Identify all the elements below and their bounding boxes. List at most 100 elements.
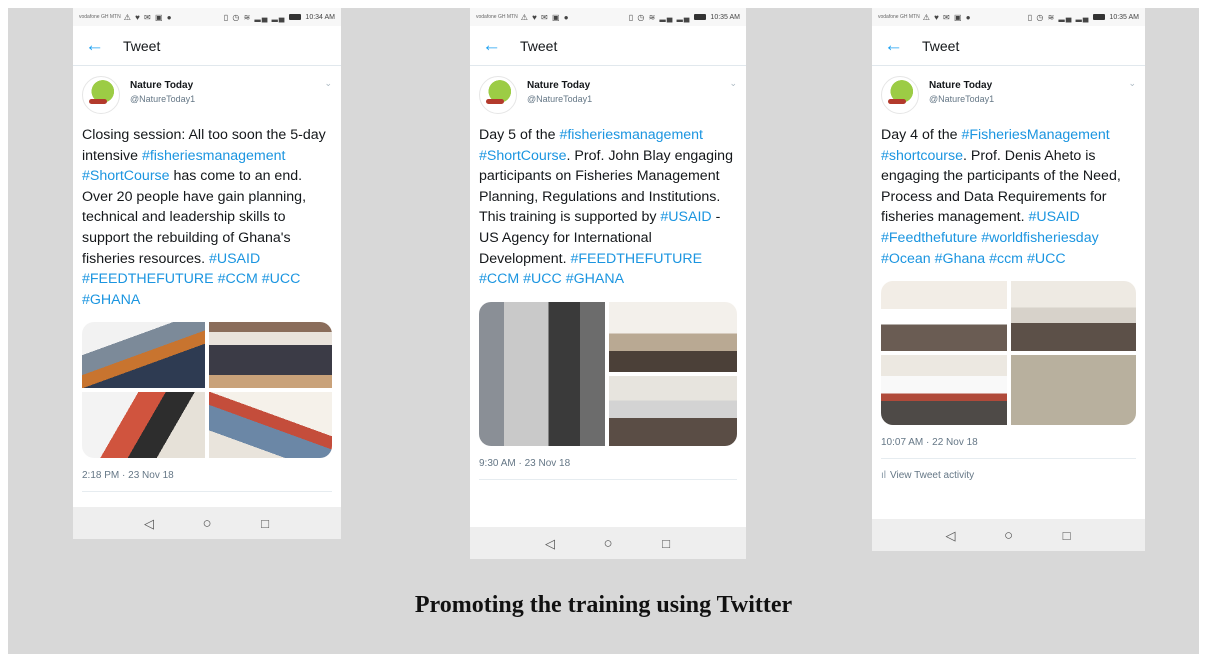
hashtag-link[interactable]: #UCC [262, 271, 301, 287]
hashtag-link[interactable]: #CCM [218, 271, 258, 287]
tweet-timestamp: 2:18 PM · 23 Nov 18 [82, 470, 332, 493]
hashtag-link[interactable]: #FisheriesManagement [961, 127, 1109, 143]
author-name[interactable]: Nature Today [130, 80, 195, 91]
status-bar: vodafone GH MTN ⚠ ♥ ✉ ▣ ● ▯ ◷ ≋ ▂▄ ▂▄ 10… [470, 8, 746, 26]
back-arrow-icon[interactable]: ← [884, 36, 916, 55]
author-handle: @NatureToday1 [527, 94, 593, 104]
chevron-down-icon[interactable]: ⌄ [729, 78, 737, 89]
figure-caption: Promoting the training using Twitter [414, 592, 793, 618]
square-recent-icon[interactable]: □ [258, 517, 272, 530]
avatar[interactable] [479, 76, 517, 114]
activity-label: View Tweet activity [890, 470, 975, 482]
triangle-back-icon[interactable]: ◁ [543, 537, 557, 550]
battery-icon [289, 14, 302, 20]
square-recent-icon[interactable]: □ [1060, 529, 1074, 542]
signal-icons: ▯ ◷ ≋ ▂▄ ▂▄ [628, 12, 691, 22]
chevron-down-icon[interactable]: ⌄ [1128, 78, 1136, 89]
triangle-back-icon[interactable]: ◁ [944, 529, 958, 542]
tweet-detail: Nature Today @NatureToday1 ⌄ Day 5 of th… [470, 66, 746, 527]
android-nav-bar: ◁ ○ □ [73, 507, 341, 539]
chevron-down-icon[interactable]: ⌄ [324, 78, 332, 89]
tweet-media-grid [479, 301, 737, 446]
tweet-author[interactable]: Nature Today @NatureToday1 [82, 76, 332, 116]
tweet-text: Day 5 of the #fisheriesmanagement #Short… [479, 125, 737, 290]
hashtag-link[interactable]: #shortcourse [881, 148, 963, 164]
circle-home-icon[interactable]: ○ [601, 536, 615, 551]
android-nav-bar: ◁ ○ □ [470, 527, 746, 559]
tweet-photo[interactable] [82, 322, 205, 389]
battery-icon [1093, 14, 1106, 20]
notification-icons: ⚠ ♥ ✉ ▣ ● [123, 12, 173, 22]
page-title: Tweet [520, 37, 558, 54]
back-arrow-icon[interactable]: ← [85, 36, 117, 55]
signal-icons: ▯ ◷ ≋ ▂▄ ▂▄ [1027, 12, 1090, 22]
tweet-photo[interactable] [609, 301, 737, 372]
app-bar: ← Tweet [872, 26, 1145, 66]
android-nav-bar: ◁ ○ □ [872, 519, 1145, 551]
hashtag-link[interactable]: #fisheriesmanagement [142, 148, 286, 164]
status-time: 10:35 AM [1109, 13, 1139, 21]
avatar[interactable] [881, 76, 919, 114]
tweet-photo[interactable] [881, 355, 1007, 426]
tweet-text-segment: Day 4 of the [881, 127, 962, 143]
hashtag-link[interactable]: #UCC [1027, 251, 1066, 267]
hashtag-link[interactable]: #fisheriesmanagement [559, 127, 703, 143]
notification-icons: ⚠ ♥ ✉ ▣ ● [520, 12, 570, 22]
tweet-photo[interactable] [209, 322, 332, 389]
tweet-media-grid [82, 322, 332, 459]
hashtag-link[interactable]: #ShortCourse [82, 168, 170, 184]
hashtag-link[interactable]: #FEEDTHEFUTURE [82, 271, 214, 287]
hashtag-link[interactable]: #USAID [1028, 209, 1079, 225]
circle-home-icon[interactable]: ○ [1002, 528, 1016, 543]
tweet-timestamp: 9:30 AM · 23 Nov 18 [479, 458, 737, 480]
circle-home-icon[interactable]: ○ [200, 516, 214, 531]
hashtag-link[interactable]: #USAID [209, 251, 260, 267]
phone-screenshot-2: vodafone GH MTN ⚠ ♥ ✉ ▣ ● ▯ ◷ ≋ ▂▄ ▂▄ 10… [470, 8, 746, 559]
author-name[interactable]: Nature Today [929, 80, 994, 91]
bar-chart-icon: ıl [881, 470, 886, 482]
tweet-photo[interactable] [82, 392, 205, 459]
triangle-back-icon[interactable]: ◁ [142, 517, 156, 530]
hashtag-link[interactable]: #Ghana [935, 251, 986, 267]
avatar[interactable] [82, 76, 120, 114]
tweet-detail: Nature Today @NatureToday1 ⌄ Day 4 of th… [872, 66, 1145, 519]
carrier-label: vodafone GH MTN [476, 13, 518, 20]
status-time: 10:34 AM [305, 13, 335, 21]
hashtag-link[interactable]: #ccm [989, 251, 1023, 267]
tweet-photo[interactable] [479, 301, 605, 446]
tweet-text-segment: Day 5 of the [479, 127, 560, 143]
app-bar: ← Tweet [470, 26, 746, 66]
tweet-detail: Nature Today @NatureToday1 ⌄ Closing ses… [73, 66, 341, 507]
phone-screenshot-3: vodafone GH MTN ⚠ ♥ ✉ ▣ ● ▯ ◷ ≋ ▂▄ ▂▄ 10… [872, 8, 1145, 551]
square-recent-icon[interactable]: □ [659, 537, 673, 550]
hashtag-link[interactable]: #Feedthefuture [881, 230, 977, 246]
status-time: 10:35 AM [710, 13, 740, 21]
page-title: Tweet [123, 37, 161, 54]
tweet-timestamp: 10:07 AM · 22 Nov 18 [881, 437, 1136, 460]
view-tweet-activity-link[interactable]: ıl View Tweet activity [881, 459, 1136, 481]
author-handle: @NatureToday1 [929, 94, 995, 104]
hashtag-link[interactable]: #ShortCourse [479, 148, 567, 164]
hashtag-link[interactable]: #GHANA [566, 271, 624, 287]
status-bar: vodafone GH MTN ⚠ ♥ ✉ ▣ ● ▯ ◷ ≋ ▂▄ ▂▄ 10… [872, 8, 1145, 26]
hashtag-link[interactable]: #FEEDTHEFUTURE [570, 251, 702, 267]
tweet-media-grid [881, 281, 1136, 426]
tweet-text: Closing session: All too soon the 5-day … [82, 125, 332, 310]
signal-icons: ▯ ◷ ≋ ▂▄ ▂▄ [223, 12, 286, 22]
hashtag-link[interactable]: #GHANA [82, 292, 140, 308]
author-name[interactable]: Nature Today [527, 80, 592, 91]
tweet-photo[interactable] [1010, 281, 1136, 352]
hashtag-link[interactable]: #worldfisheriesday [981, 230, 1099, 246]
tweet-photo[interactable] [609, 375, 737, 446]
hashtag-link[interactable]: #CCM [479, 271, 519, 287]
tweet-photo[interactable] [209, 392, 332, 459]
hashtag-link[interactable]: #UCC [523, 271, 562, 287]
hashtag-link[interactable]: #Ocean [881, 251, 931, 267]
tweet-photo[interactable] [881, 281, 1007, 352]
tweet-author[interactable]: Nature Today @NatureToday1 [881, 76, 1136, 116]
tweet-photo[interactable] [1010, 355, 1136, 426]
back-arrow-icon[interactable]: ← [482, 36, 514, 55]
notification-icons: ⚠ ♥ ✉ ▣ ● [922, 12, 972, 22]
tweet-author[interactable]: Nature Today @NatureToday1 [479, 76, 737, 116]
hashtag-link[interactable]: #USAID [660, 209, 711, 225]
